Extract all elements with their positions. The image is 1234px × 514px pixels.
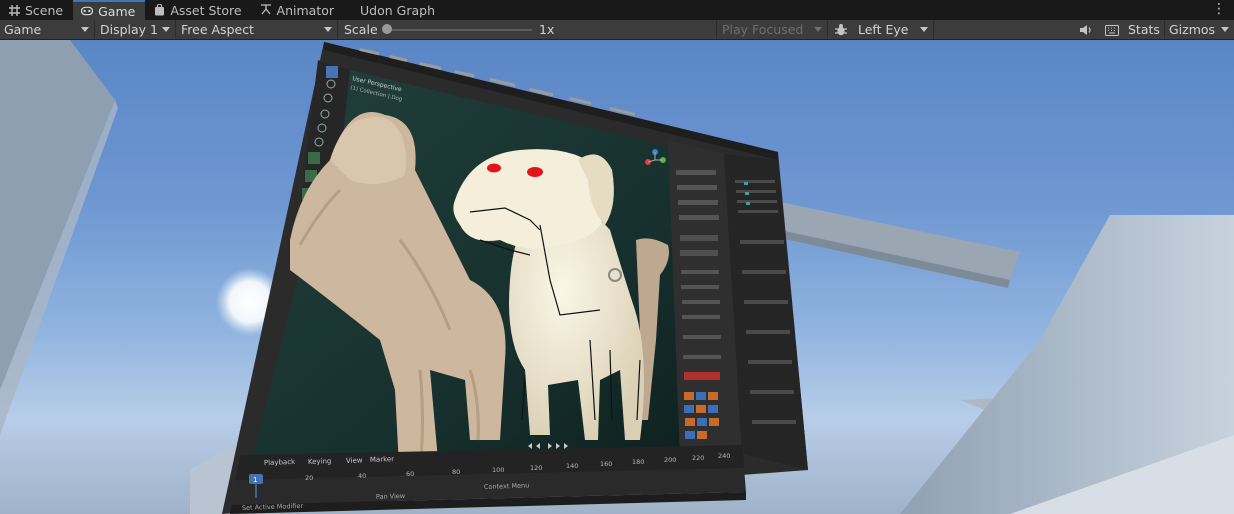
world-scene: User Perspective (1) Collection | Dog Pl…: [0, 40, 1234, 514]
chevron-down-icon: [814, 27, 822, 32]
aspect-dropdown[interactable]: Free Aspect: [177, 20, 338, 39]
tab-label: Animator: [276, 2, 335, 18]
dog-eye-right: [527, 167, 543, 177]
timeline-menu-playback[interactable]: Playback: [264, 458, 296, 467]
more-options-icon[interactable]: ⋮: [1212, 2, 1226, 16]
svg-text:60: 60: [406, 470, 414, 478]
svg-text:40: 40: [358, 472, 366, 480]
bag-icon: [153, 4, 165, 16]
tab-label: Udon Graph: [360, 2, 435, 18]
scale-value: 1x: [539, 22, 555, 37]
display-dropdown[interactable]: Display 1: [96, 20, 176, 39]
svg-text:180: 180: [632, 458, 644, 466]
play-focused-dropdown[interactable]: Play Focused: [718, 20, 828, 39]
tab-udon-graph[interactable]: Udon Graph: [344, 0, 445, 20]
gizmos-dropdown[interactable]: Gizmos: [1164, 20, 1234, 39]
gizmos-label: Gizmos: [1169, 22, 1216, 37]
svg-text:160: 160: [600, 460, 612, 468]
timeline-menu-keying[interactable]: Keying: [308, 457, 332, 466]
animator-icon: [260, 4, 272, 16]
svg-text:200: 200: [664, 456, 676, 464]
play-focused-label: Play Focused: [722, 22, 804, 37]
chevron-down-icon: [162, 27, 170, 32]
tab-label: Game: [98, 3, 136, 19]
keyboard-icon[interactable]: [1104, 22, 1120, 38]
view-mode-dropdown[interactable]: Game: [0, 20, 95, 39]
gamepad-icon: [81, 5, 94, 17]
chevron-down-icon: [1221, 27, 1229, 32]
tab-label: Scene: [25, 2, 64, 18]
chevron-down-icon: [324, 27, 332, 32]
aspect-label: Free Aspect: [181, 22, 254, 37]
timeline-menu-view[interactable]: View: [346, 456, 363, 465]
svg-text:220: 220: [692, 454, 704, 462]
svg-text:120: 120: [530, 464, 542, 472]
svg-text:240: 240: [718, 452, 730, 460]
dog-eye-left: [487, 163, 501, 173]
scale-slider-track[interactable]: [386, 29, 532, 31]
svg-text:80: 80: [452, 468, 460, 476]
tab-game[interactable]: Game: [73, 0, 146, 20]
speaker-icon[interactable]: [1077, 22, 1095, 38]
stats-label: Stats: [1128, 22, 1160, 37]
tab-asset-store[interactable]: Asset Store: [145, 0, 251, 20]
chevron-down-icon: [920, 27, 928, 32]
stats-button[interactable]: Stats: [1125, 20, 1163, 39]
svg-text:140: 140: [566, 462, 578, 470]
editor-tab-bar: Scene Game Asset Store Animator Udon Gra…: [0, 0, 1234, 20]
select-tool-icon: [326, 66, 338, 78]
chevron-down-icon: [81, 27, 89, 32]
svg-text:100: 100: [492, 466, 504, 474]
timeline-menu-marker[interactable]: Marker: [370, 455, 395, 464]
tab-scene[interactable]: Scene: [0, 0, 73, 20]
game-view-toolbar: Game Display 1 Free Aspect Scale 1x Play…: [0, 20, 1234, 40]
status-pan-view: Pan View: [376, 492, 406, 501]
status-context-menu: Context Menu: [484, 481, 530, 491]
eye-label: Left Eye: [858, 22, 909, 37]
eye-dropdown[interactable]: Left Eye: [854, 20, 934, 39]
scale-slider-handle[interactable]: [382, 24, 392, 34]
left-wall: [0, 40, 115, 390]
game-view-viewport[interactable]: User Perspective (1) Collection | Dog Pl…: [0, 40, 1234, 514]
bug-icon[interactable]: [832, 22, 850, 38]
tab-label: Asset Store: [170, 2, 242, 18]
display-label: Display 1: [100, 22, 159, 37]
tab-animator[interactable]: Animator: [252, 0, 344, 20]
svg-text:20: 20: [305, 474, 313, 482]
blender-screen: User Perspective (1) Collection | Dog Pl…: [222, 42, 808, 514]
view-mode-label: Game: [4, 22, 42, 37]
current-frame-label: 1: [253, 476, 257, 484]
scale-label: Scale: [344, 22, 378, 37]
grid-icon: [8, 4, 20, 16]
